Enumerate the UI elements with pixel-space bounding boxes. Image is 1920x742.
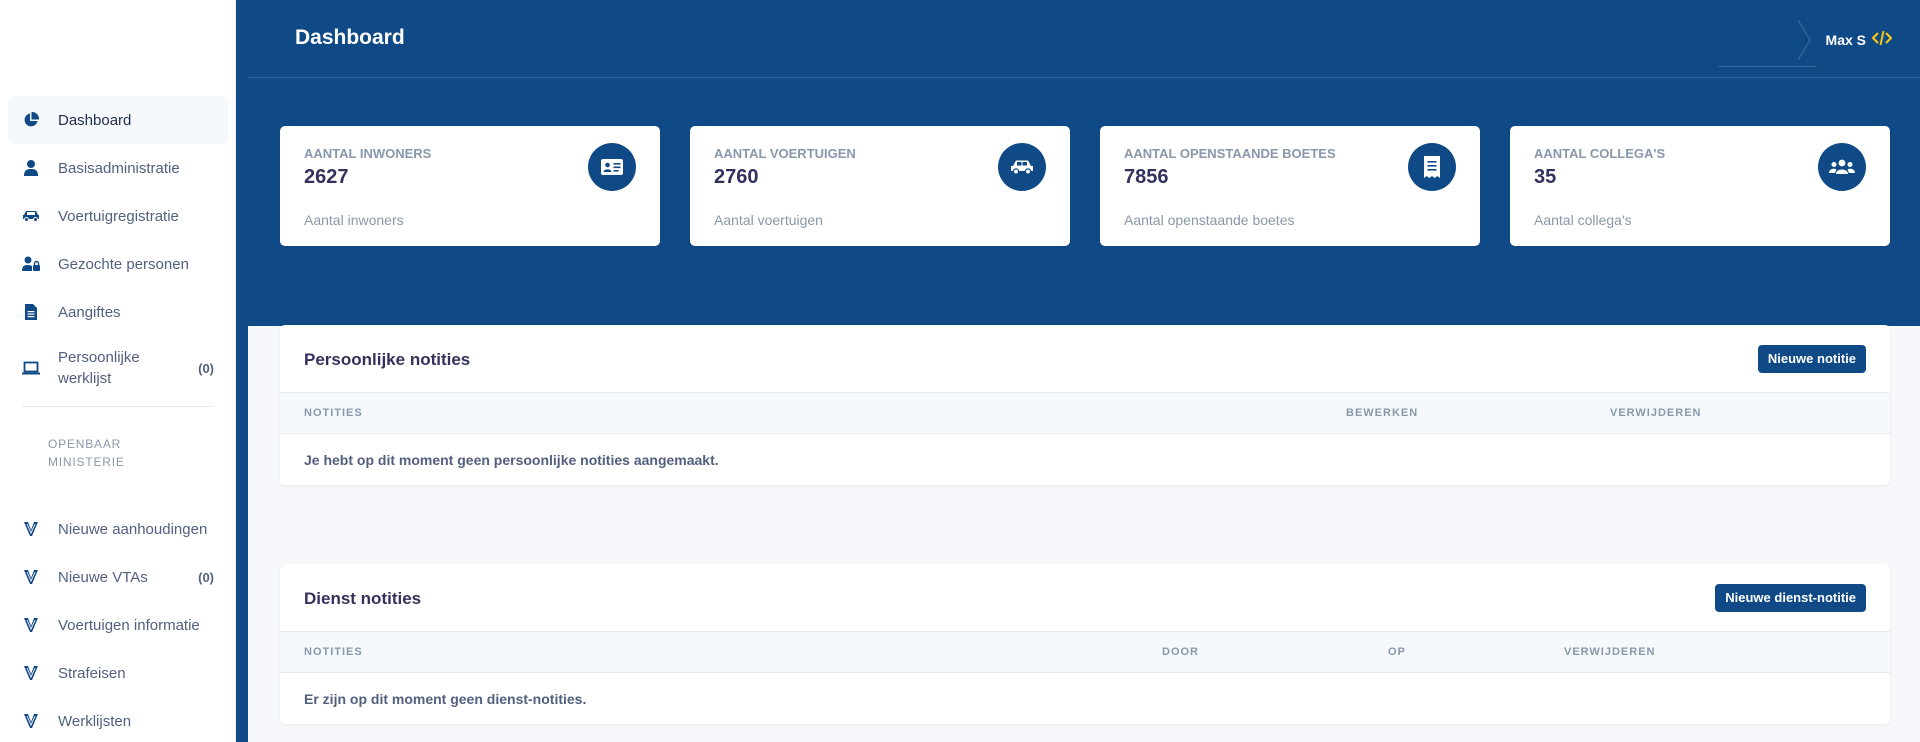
sidebar-item-label: Persoonlijke werklijst — [58, 349, 140, 387]
stat-card-boetes: AANTAL OPENSTAANDE BOETES 7856 Aantal op… — [1100, 126, 1480, 246]
user-lock-icon — [22, 255, 40, 273]
sidebar-item-label: Strafeisen — [58, 664, 126, 682]
stat-value: 2627 — [304, 166, 349, 188]
scales-icon — [22, 712, 40, 730]
sidebar-item-gezochte-personen[interactable]: Gezochte personen — [8, 240, 228, 288]
sidebar-item-voertuigregistratie[interactable]: Voertuigregistratie — [8, 192, 228, 240]
column-header-verwijderen[interactable]: VERWIJDEREN — [1564, 646, 1655, 658]
stat-value: 35 — [1534, 166, 1557, 188]
new-note-button[interactable]: Nieuwe notitie — [1757, 345, 1866, 373]
stat-subtitle: Aantal openstaande boetes — [1124, 212, 1295, 228]
column-header-op[interactable]: OP — [1388, 646, 1406, 658]
car-icon — [998, 143, 1046, 191]
table-header: NOTITIES BEWERKEN VERWIJDEREN — [280, 393, 1890, 434]
empty-message: Je hebt op dit moment geen persoonlijke … — [304, 452, 719, 468]
scales-icon — [22, 616, 40, 634]
vtas-count-badge: (0) — [198, 569, 214, 585]
sidebar-divider — [22, 406, 214, 407]
receipt-icon — [1408, 143, 1456, 191]
sidebar-item-strafeisen[interactable]: Strafeisen — [8, 649, 228, 697]
panel-header: Dienst notities Nieuwe dienst-notitie — [280, 564, 1890, 632]
sidebar-section-heading-text: OPENBAAR MINISTERIE — [48, 437, 125, 469]
user-icon — [22, 159, 40, 177]
empty-message: Er zijn op dit moment geen dienst-notiti… — [304, 691, 587, 707]
stat-title: AANTAL COLLEGA'S — [1534, 146, 1666, 161]
stat-title: AANTAL OPENSTAANDE BOETES — [1124, 146, 1336, 161]
sidebar-item-werklijsten[interactable]: Werklijsten — [8, 697, 228, 742]
user-name: Max S — [1825, 31, 1866, 48]
stat-card-voertuigen: AANTAL VOERTUIGEN 2760 Aantal voertuigen — [690, 126, 1070, 246]
user-underline — [1718, 66, 1816, 67]
stat-card-collegas: AANTAL COLLEGA'S 35 Aantal collega's — [1510, 126, 1890, 246]
sidebar-nav: Dashboard Basisadministratie Voertuigreg… — [8, 96, 228, 742]
column-header-verwijderen[interactable]: VERWIJDEREN — [1610, 407, 1701, 419]
panel-header: Persoonlijke notities Nieuwe notitie — [280, 325, 1890, 393]
sidebar-item-nieuwe-vtas[interactable]: Nieuwe VTAs (0) — [8, 553, 228, 601]
stat-subtitle: Aantal collega's — [1534, 212, 1632, 228]
stat-subtitle: Aantal voertuigen — [714, 212, 823, 228]
sidebar-item-voertuigen-informatie[interactable]: Voertuigen informatie — [8, 601, 228, 649]
sidebar-item-label: Nieuwe aanhoudingen — [58, 520, 208, 538]
stat-card-inwoners: AANTAL INWONERS 2627 Aantal inwoners — [280, 126, 660, 246]
id-card-icon — [588, 143, 636, 191]
car-icon — [22, 207, 40, 225]
sidebar-edge — [236, 0, 248, 742]
sidebar-item-dashboard[interactable]: Dashboard — [8, 96, 228, 144]
scales-icon — [22, 664, 40, 682]
worklist-count-badge: (0) — [198, 360, 214, 376]
stat-title: AANTAL INWONERS — [304, 146, 432, 161]
sidebar-section-heading: OPENBAAR MINISTERIE — [8, 413, 228, 505]
sidebar-item-label: Voertuigregistratie — [58, 207, 179, 225]
sidebar-item-label: Nieuwe VTAs — [58, 568, 148, 586]
sidebar-item-basisadministratie[interactable]: Basisadministratie — [8, 144, 228, 192]
file-icon — [22, 303, 40, 321]
page-title: Dashboard — [295, 26, 405, 49]
sidebar-item-label: Basisadministratie — [58, 159, 180, 177]
stat-title: AANTAL VOERTUIGEN — [714, 146, 856, 161]
personal-notes-panel: Persoonlijke notities Nieuwe notitie NOT… — [280, 325, 1890, 485]
sidebar-item-nieuwe-aanhoudingen[interactable]: Nieuwe aanhoudingen — [8, 505, 228, 553]
table-row: Je hebt op dit moment geen persoonlijke … — [280, 434, 1890, 485]
stat-value: 7856 — [1124, 166, 1169, 188]
sidebar-item-label: Voertuigen informatie — [58, 616, 200, 634]
sidebar: Dashboard Basisadministratie Voertuigreg… — [0, 0, 236, 742]
user-separator-icon — [1798, 20, 1811, 60]
sidebar-item-label: Dashboard — [58, 111, 132, 129]
scales-icon — [22, 520, 40, 538]
sidebar-item-persoonlijke-werklijst[interactable]: Persoonlijke werklijst (0) — [8, 336, 228, 400]
column-header-notities[interactable]: NOTITIES — [304, 407, 363, 419]
sidebar-item-aangiftes[interactable]: Aangiftes — [8, 288, 228, 336]
column-header-notities[interactable]: NOTITIES — [304, 646, 363, 658]
column-header-bewerken[interactable]: BEWERKEN — [1346, 407, 1418, 419]
laptop-icon — [22, 359, 40, 377]
table-header: NOTITIES DOOR OP VERWIJDEREN — [280, 632, 1890, 673]
users-icon — [1818, 143, 1866, 191]
sidebar-item-label: Aangiftes — [58, 303, 121, 321]
panel-title: Persoonlijke notities — [304, 350, 471, 369]
stat-value: 2760 — [714, 166, 759, 188]
sidebar-item-label: Gezochte personen — [58, 255, 189, 273]
column-header-door[interactable]: DOOR — [1162, 646, 1199, 658]
sidebar-item-label: Werklijsten — [58, 712, 132, 730]
table-row: Er zijn op dit moment geen dienst-notiti… — [280, 673, 1890, 724]
service-notes-panel: Dienst notities Nieuwe dienst-notitie NO… — [280, 564, 1890, 724]
top-bar: Dashboard Max S — [248, 0, 1920, 78]
panel-title: Dienst notities — [304, 589, 422, 608]
code-icon — [1871, 30, 1893, 49]
stat-subtitle: Aantal inwoners — [304, 212, 404, 228]
new-service-note-button[interactable]: Nieuwe dienst-notitie — [1715, 584, 1866, 612]
scales-icon — [22, 568, 40, 586]
chart-pie-icon — [22, 111, 40, 129]
user-menu[interactable]: Max S — [1825, 30, 1893, 49]
